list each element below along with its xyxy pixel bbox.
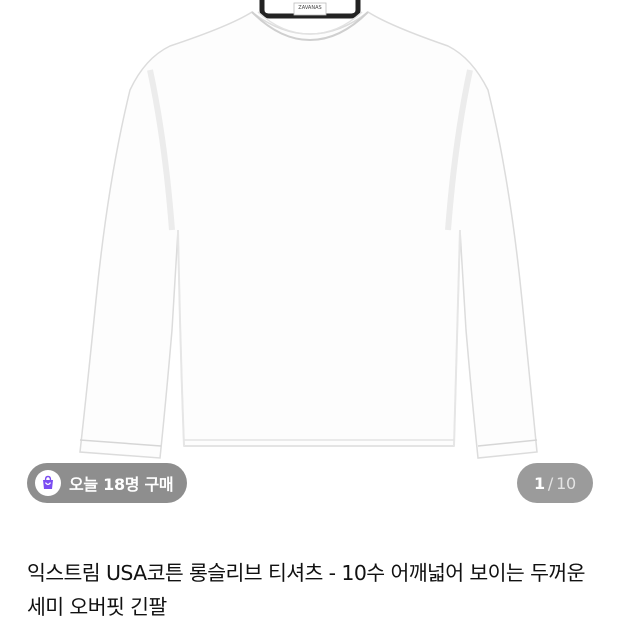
product-image[interactable]: ZAVANAS bbox=[0, 0, 620, 525]
purchase-count-text: 오늘 18명 구매 bbox=[69, 475, 174, 494]
product-title: 익스트림 USA코튼 롱슬리브 티셔츠 - 10수 어깨넓어 보이는 두꺼운 세… bbox=[27, 561, 585, 619]
tshirt-illustration bbox=[79, 0, 538, 459]
shopping-bag-icon bbox=[35, 470, 61, 496]
image-page-counter: 1 / 10 bbox=[517, 463, 593, 503]
purchase-count-badge: 오늘 18명 구매 bbox=[27, 463, 188, 503]
product-detail-page: ZAVANAS 오늘 18명 구매 1 / 10 익스트림 USA코튼 롱슬리브… bbox=[0, 0, 620, 620]
neck-label-text: ZAVANAS bbox=[298, 5, 322, 11]
current-image-index: 1 bbox=[533, 473, 545, 493]
counter-separator: / bbox=[547, 473, 554, 493]
total-image-count: 10 bbox=[556, 473, 577, 493]
